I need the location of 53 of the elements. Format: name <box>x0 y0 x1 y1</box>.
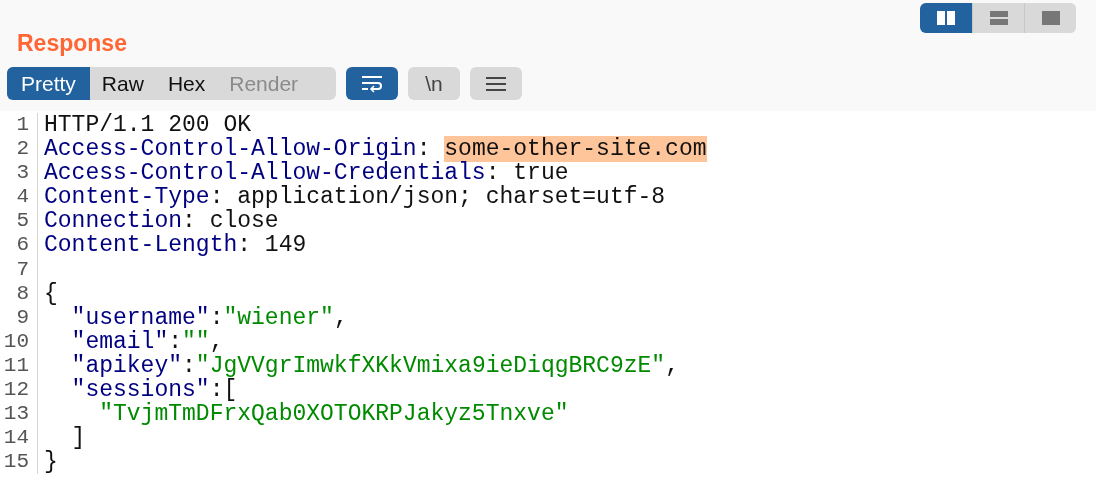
menu-button[interactable] <box>470 67 522 100</box>
line-number: 15 <box>0 450 38 475</box>
code-text: , <box>665 352 679 379</box>
string-value: "" <box>182 328 210 355</box>
view-tab[interactable]: Raw <box>89 67 156 100</box>
single-pane-icon <box>1041 11 1060 25</box>
code-text: { <box>44 280 58 307</box>
line-number: 8 <box>0 281 38 306</box>
line-number: 4 <box>0 185 38 210</box>
view-tab[interactable]: Pretty <box>7 67 90 100</box>
code-text: , <box>333 304 348 331</box>
line-number: 14 <box>0 426 38 451</box>
wrap-icon <box>361 74 383 93</box>
wrap-lines-button[interactable] <box>346 67 398 100</box>
code-text: :[ <box>209 377 238 404</box>
rows-layout-icon <box>989 11 1008 25</box>
view-tab[interactable]: Hex <box>155 67 218 100</box>
field-name: Access-Control-Allow-Origin <box>44 136 417 163</box>
string-value: "JgVVgrImwkfXKkVmixa9ieDiqgBRC9zE" <box>195 352 666 379</box>
panel-title: Response <box>17 30 127 57</box>
line-number: 11 <box>0 353 38 379</box>
field-name: Content-Type <box>44 184 210 211</box>
field-name: "email" <box>70 328 169 355</box>
line-number: 9 <box>0 305 38 330</box>
line-number: 10 <box>0 329 38 354</box>
code-text: , <box>209 328 224 355</box>
line-number: 1 <box>0 113 38 138</box>
line-number: 2 <box>0 137 38 162</box>
menu-icon <box>486 75 506 92</box>
line-number: 3 <box>0 161 38 186</box>
code-text: : <box>168 328 183 355</box>
line-number: 6 <box>0 233 38 258</box>
code-text: } <box>44 449 58 475</box>
string-value: "wiener" <box>223 304 334 331</box>
line-number: 13 <box>0 402 38 427</box>
code-text: : <box>416 136 431 163</box>
code-text: : <box>209 304 224 331</box>
code-text: : 149 <box>237 232 307 259</box>
layout-button[interactable] <box>1024 3 1076 33</box>
field-name: Connection <box>44 208 183 235</box>
line-number: 12 <box>0 378 38 403</box>
layout-button[interactable] <box>920 3 972 33</box>
code-text: : <box>182 352 196 379</box>
newline-button[interactable]: \n <box>408 67 460 100</box>
line-number: 7 <box>0 257 38 282</box>
code-text: HTTP/1.1 200 OK <box>44 112 252 138</box>
field-name: "username" <box>70 304 210 331</box>
field-name: "apikey" <box>70 352 183 379</box>
field-name: Content-Length <box>44 232 238 259</box>
code-text: ] <box>70 425 86 452</box>
columns-layout-icon <box>937 11 955 25</box>
line-number: 5 <box>0 209 38 234</box>
string-value: "TvjmTmDFrxQab0XOTOKRPJakyz5Tnxve" <box>98 401 569 428</box>
